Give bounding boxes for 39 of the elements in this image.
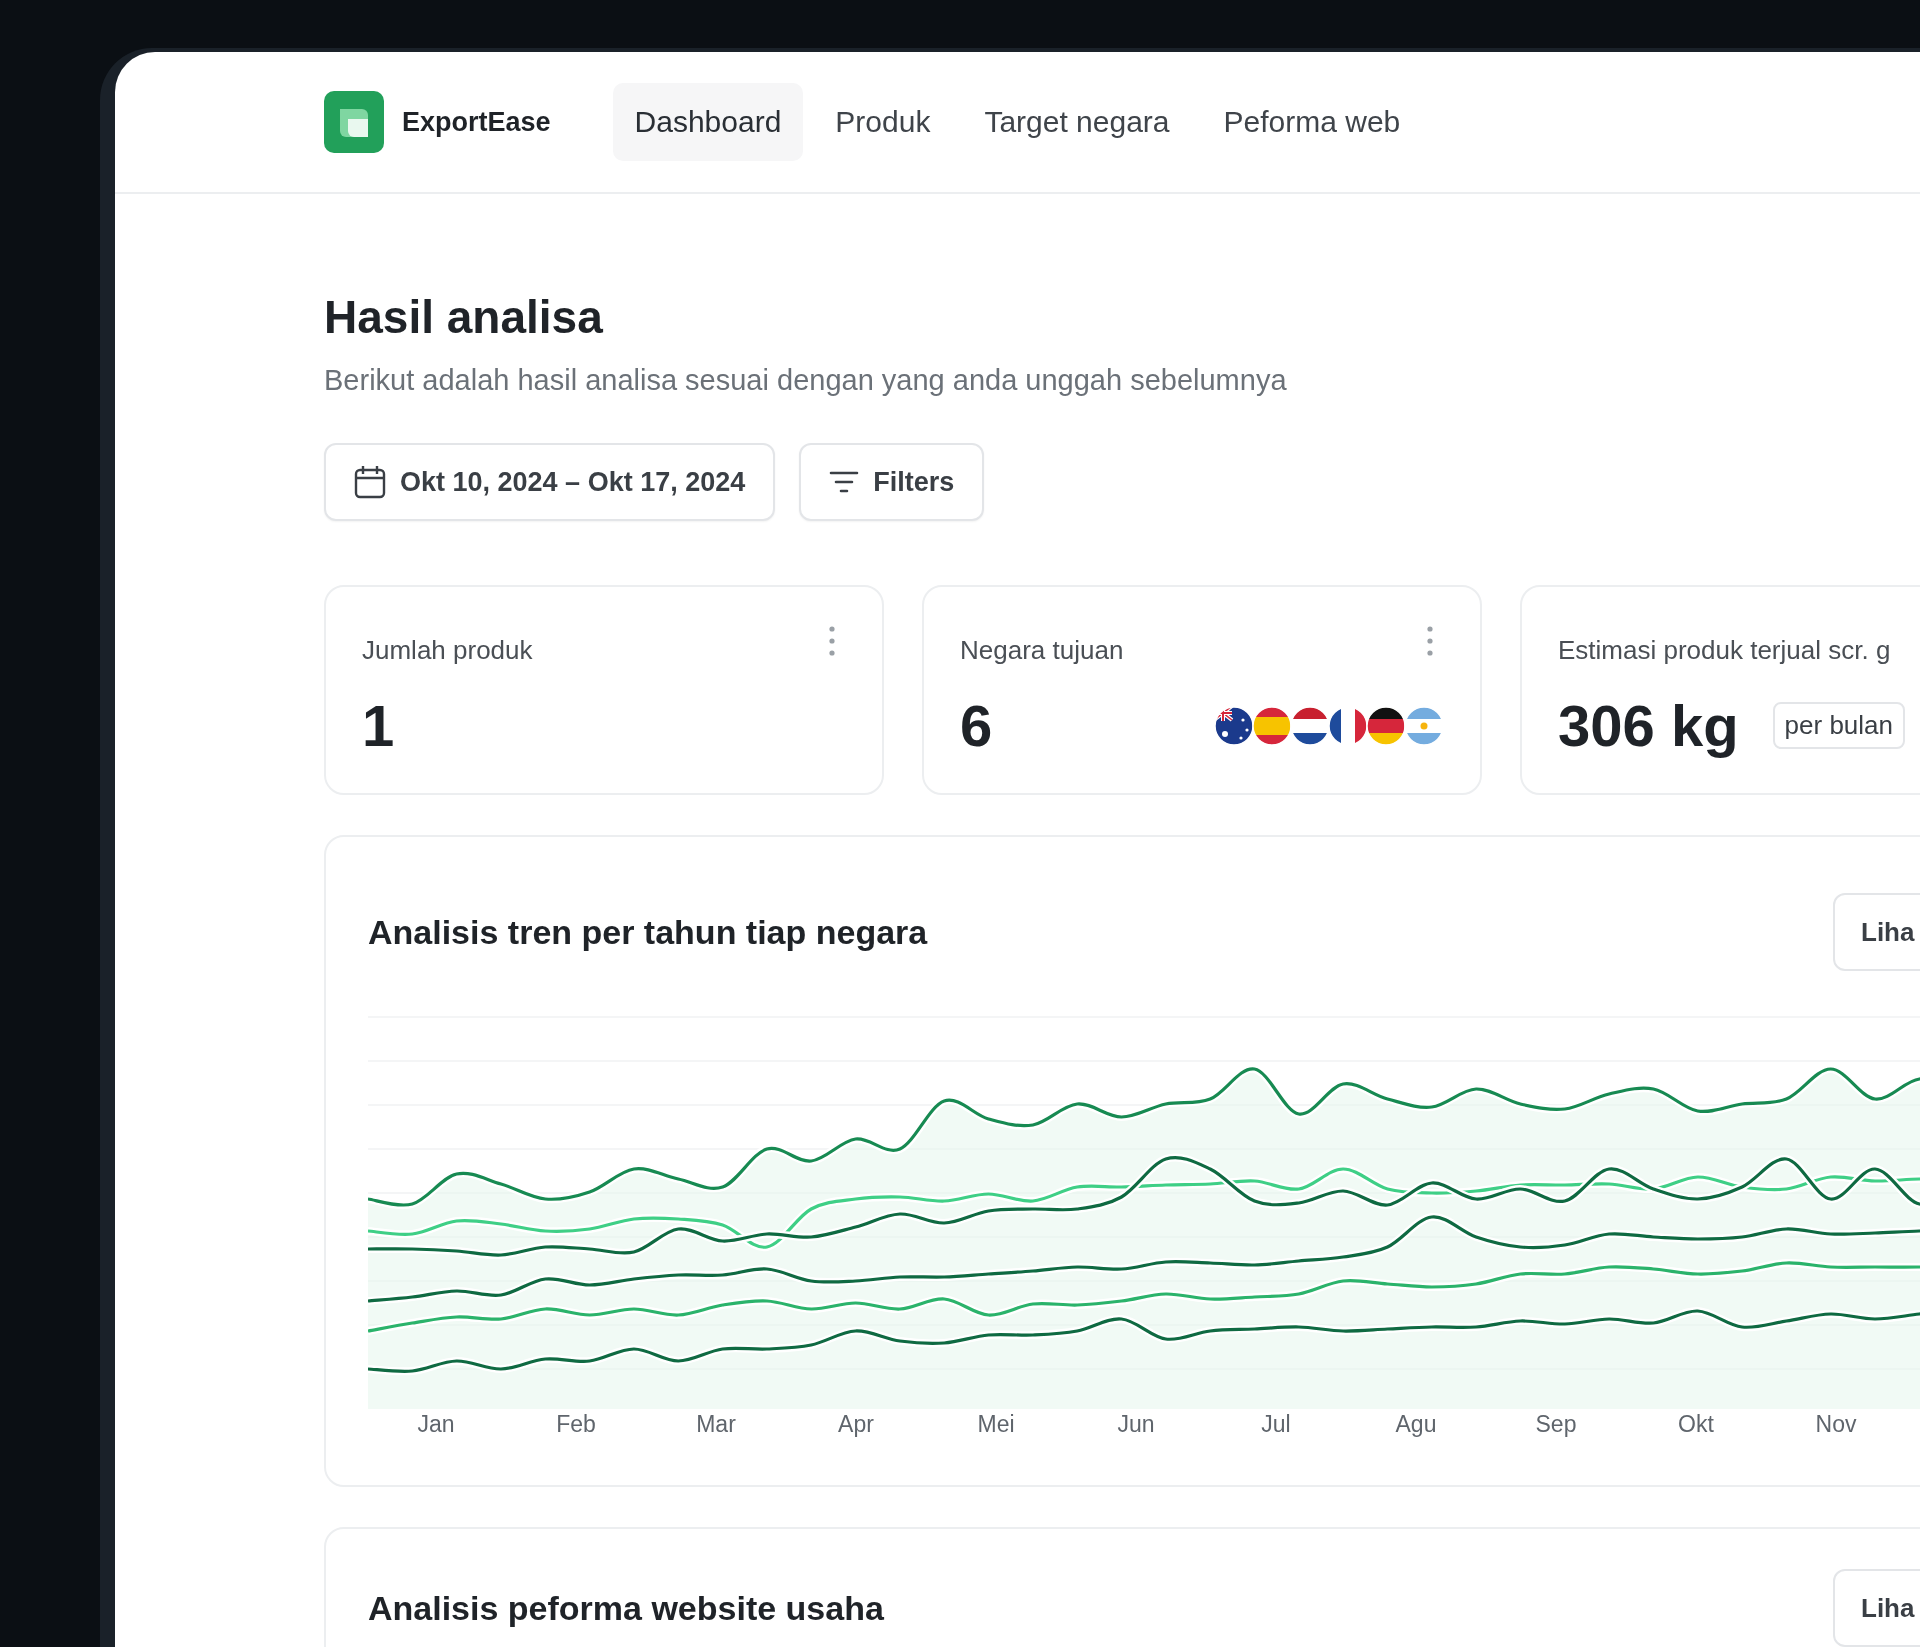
- stat-value: 1: [362, 692, 395, 759]
- flag-icon: [1404, 705, 1444, 746]
- stat-label: Jumlah produk: [362, 635, 533, 666]
- unit-tag: per bulan: [1772, 702, 1905, 749]
- axis-label: Jul: [1260, 1411, 1292, 1438]
- stat-label: Negara tujuan: [960, 635, 1124, 666]
- view-button[interactable]: Liha: [1833, 893, 1920, 971]
- axis-label: Nov: [1814, 1411, 1858, 1438]
- page-title: Hasil analisa: [324, 290, 604, 344]
- card-title: Analisis tren per tahun tiap negara: [368, 912, 928, 952]
- nav-tab[interactable]: Dashboard: [612, 83, 804, 161]
- nav-tab[interactable]: Target negara: [962, 83, 1192, 161]
- page-subtitle: Berikut adalah hasil analisa sesuai dengan yang anda unggah sebelumnya: [324, 364, 1288, 397]
- stat-value: 6: [960, 692, 993, 759]
- flag-icon: [1290, 705, 1330, 746]
- stat-label: Estimasi produk terjual scr. g: [1558, 635, 1891, 666]
- calendar-icon: [354, 465, 386, 499]
- filter-icon: [829, 470, 860, 494]
- brand-name: ExportEase: [402, 106, 551, 138]
- axis-label: Mar: [695, 1411, 737, 1438]
- flag-icon: [1328, 705, 1368, 746]
- axis-label: Apr: [837, 1411, 875, 1438]
- nav-tab[interactable]: Peforma web: [1201, 83, 1423, 161]
- stat-value: 306 kg: [1558, 692, 1739, 759]
- axis-label: Feb: [555, 1411, 597, 1438]
- date-range-button[interactable]: Okt 10, 2024 – Okt 17, 2024: [324, 443, 776, 521]
- view-button[interactable]: Liha: [1833, 1569, 1920, 1647]
- axis-label: Okt: [1677, 1411, 1715, 1438]
- axis-label: Mei: [976, 1411, 1016, 1438]
- more-options-icon[interactable]: [828, 625, 836, 657]
- more-options-icon[interactable]: [1426, 625, 1434, 657]
- axis-label: Jun: [1116, 1411, 1156, 1438]
- filters-button[interactable]: Filters: [799, 443, 985, 521]
- axis-label: Jan: [416, 1411, 456, 1438]
- logo-icon: [324, 91, 384, 153]
- card-title: Analisis peforma website usaha: [368, 1588, 884, 1628]
- nav-tab[interactable]: Produk: [813, 83, 953, 161]
- axis-label: Agu: [1394, 1411, 1438, 1438]
- axis-label: Sep: [1534, 1411, 1578, 1438]
